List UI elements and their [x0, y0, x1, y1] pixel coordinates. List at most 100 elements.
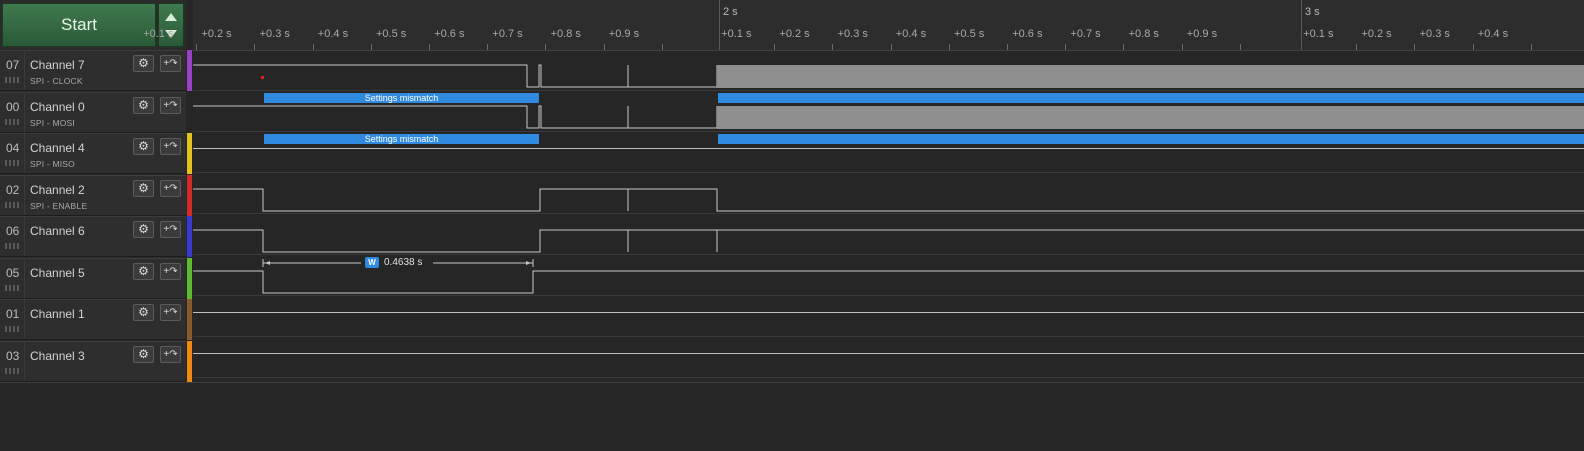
channel-name[interactable]: Channel 1: [30, 307, 85, 321]
channel-color-bar: [187, 257, 192, 299]
tick-label: +0.5 s: [376, 28, 407, 40]
channel-name[interactable]: Channel 7: [30, 58, 85, 72]
tick-label: +0.8 s: [1128, 28, 1159, 40]
lane-channel-7: [193, 50, 1584, 91]
settings-mismatch-bubble[interactable]: [718, 134, 1584, 144]
width-measure-value: 0.4638 s: [384, 257, 423, 268]
tick-label: +0.6 s: [434, 28, 465, 40]
empty-area: [0, 382, 1584, 451]
channel-color-bar: [187, 91, 192, 133]
tick-label: +0.6 s: [1012, 28, 1043, 40]
channel-analyzer-label: SPI - MOSI: [30, 117, 75, 128]
drag-grip-icon[interactable]: [5, 77, 21, 83]
channel-number: 03: [6, 348, 20, 363]
tick-label: +0.7 s: [492, 28, 523, 40]
width-measure-badge[interactable]: W: [365, 257, 379, 268]
gear-icon[interactable]: ⚙: [133, 55, 154, 72]
tick-label: +0.1 s: [721, 28, 752, 40]
gear-icon[interactable]: ⚙: [133, 304, 154, 321]
time-ruler[interactable]: 2 s 3 s +0.1 s +0.2 s +0.3 s +0.4 s +0.5 s +0…: [143, 0, 1584, 51]
divider: [24, 175, 25, 215]
drag-grip-icon[interactable]: [5, 118, 21, 125]
trigger-icon[interactable]: +↷: [160, 345, 181, 363]
major-time-label: 2 s: [723, 6, 738, 18]
lane-channel-6: [193, 214, 1584, 255]
gear-icon[interactable]: ⚙: [133, 262, 154, 280]
tick-label: +0.5 s: [954, 28, 985, 40]
signal-line: [193, 312, 1584, 313]
channel-row[interactable]: 07 Channel 7 SPI - CLOCK ⚙ +↷: [0, 50, 186, 91]
divider: [24, 217, 25, 256]
trigger-icon[interactable]: +↷: [160, 96, 181, 114]
divider: [24, 51, 25, 90]
trigger-icon[interactable]: +↷: [160, 221, 181, 238]
channel-name[interactable]: Channel 0: [30, 100, 85, 114]
tick-label: +0.9 s: [608, 28, 640, 40]
tick-label: +0.3 s: [259, 28, 290, 40]
lane-channel-1: [193, 296, 1584, 337]
channel-name[interactable]: Channel 6: [30, 224, 85, 238]
drag-grip-icon[interactable]: [5, 284, 21, 291]
channel-color-bar: [187, 174, 192, 216]
marker-dot: [261, 76, 264, 79]
start-button[interactable]: Start: [2, 3, 156, 47]
tick-label: +0.4 s: [317, 28, 349, 40]
trigger-icon[interactable]: +↷: [160, 55, 181, 72]
channel-color-bar: [187, 216, 192, 257]
channel-number: 04: [6, 141, 20, 155]
lane-channel-4: Settings mismatch: [193, 132, 1584, 173]
tick-label: +0.1 s: [1303, 28, 1334, 40]
channel-analyzer-label: SPI - ENABLE: [30, 200, 88, 211]
settings-mismatch-bubble[interactable]: Settings mismatch: [264, 134, 539, 144]
tick-label: +0.2 s: [1361, 28, 1392, 40]
drag-grip-icon[interactable]: [5, 367, 21, 374]
channel-analyzer-label: SPI - CLOCK: [30, 76, 83, 86]
signal-line: [193, 353, 1584, 354]
trigger-icon[interactable]: +↷: [160, 262, 181, 280]
channel-row[interactable]: 06 Channel 6 ⚙ +↷: [0, 216, 186, 257]
trigger-icon[interactable]: +↷: [160, 304, 181, 321]
drag-grip-icon[interactable]: [5, 160, 21, 166]
divider: [24, 134, 25, 173]
waveform-area[interactable]: Settings mismatch Settings mismatch W 0.…: [193, 50, 1584, 382]
gear-icon[interactable]: ⚙: [133, 221, 154, 238]
channel-row[interactable]: 03 Channel 3 ⚙ +↷: [0, 340, 186, 382]
lane-channel-2: [193, 173, 1584, 214]
trigger-icon[interactable]: +↷: [160, 179, 181, 197]
gear-icon[interactable]: ⚙: [133, 96, 154, 114]
channel-number: 05: [6, 265, 20, 280]
tick-label: +0.4 s: [895, 28, 927, 40]
channel-number: 02: [6, 182, 20, 197]
channel-row[interactable]: 02 Channel 2 SPI - ENABLE ⚙ +↷: [0, 174, 186, 216]
channel-row[interactable]: 01 Channel 1 ⚙ +↷: [0, 299, 186, 340]
channel-name[interactable]: Channel 4: [30, 141, 85, 155]
divider: [24, 341, 25, 381]
channel-row[interactable]: 05 Channel 5 ⚙ +↷: [0, 257, 186, 299]
drag-grip-icon[interactable]: [5, 201, 21, 208]
channel-row[interactable]: 04 Channel 4 SPI - MISO ⚙ +↷: [0, 133, 186, 174]
dense-signal-block: [717, 106, 1584, 129]
gear-icon[interactable]: ⚙: [133, 345, 154, 363]
channel-analyzer-label: SPI - MISO: [30, 159, 75, 169]
gear-icon[interactable]: ⚙: [133, 138, 154, 155]
tick-label: +0.1 s: [143, 28, 174, 40]
tick-label: +0.3 s: [1419, 28, 1450, 40]
channel-name[interactable]: Channel 2: [30, 183, 85, 197]
tick-label: +0.8 s: [550, 28, 581, 40]
channel-row[interactable]: 00 Channel 0 SPI - MOSI ⚙ +↷: [0, 91, 186, 133]
channel-color-bar: [187, 133, 192, 174]
up-down-arrows-icon[interactable]: [158, 3, 184, 47]
channel-name[interactable]: Channel 3: [30, 349, 85, 363]
gear-icon[interactable]: ⚙: [133, 179, 154, 197]
trigger-icon[interactable]: +↷: [160, 138, 181, 155]
lane-channel-5: W 0.4638 s: [193, 255, 1584, 296]
channel-name[interactable]: Channel 5: [30, 266, 85, 280]
drag-grip-icon[interactable]: [5, 243, 21, 249]
drag-grip-icon[interactable]: [5, 326, 21, 332]
tick-label: +0.9 s: [1186, 28, 1218, 40]
channel-color-bar: [187, 50, 192, 91]
tick-label: +0.3 s: [837, 28, 868, 40]
tick-label: +0.2 s: [201, 28, 232, 40]
arrow-up-icon[interactable]: [165, 13, 177, 21]
channel-color-bar: [187, 340, 192, 382]
